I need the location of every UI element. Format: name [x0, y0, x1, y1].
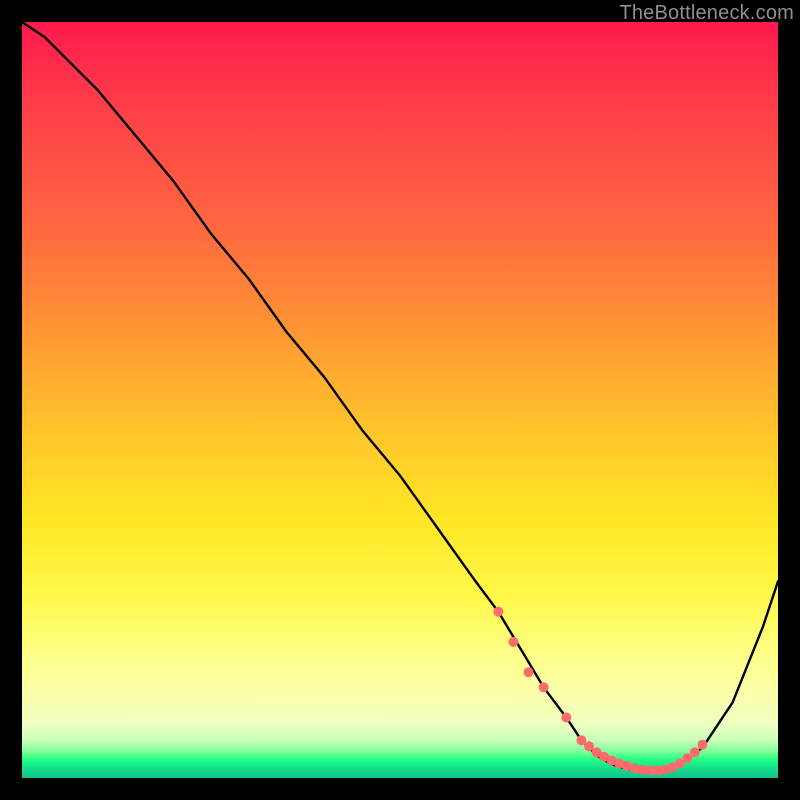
dot: [539, 682, 549, 692]
watermark: TheBottleneck.com: [619, 2, 794, 25]
dot: [524, 667, 534, 677]
dot: [690, 747, 700, 757]
dot: [508, 637, 518, 647]
curve-layer: [22, 22, 778, 778]
dot: [697, 740, 707, 750]
dot: [493, 607, 503, 617]
highlight-dots: [493, 607, 707, 776]
plot-area: [22, 22, 778, 778]
frame: TheBottleneck.com: [0, 0, 800, 800]
bottleneck-curve: [22, 22, 778, 770]
dot: [561, 713, 571, 723]
